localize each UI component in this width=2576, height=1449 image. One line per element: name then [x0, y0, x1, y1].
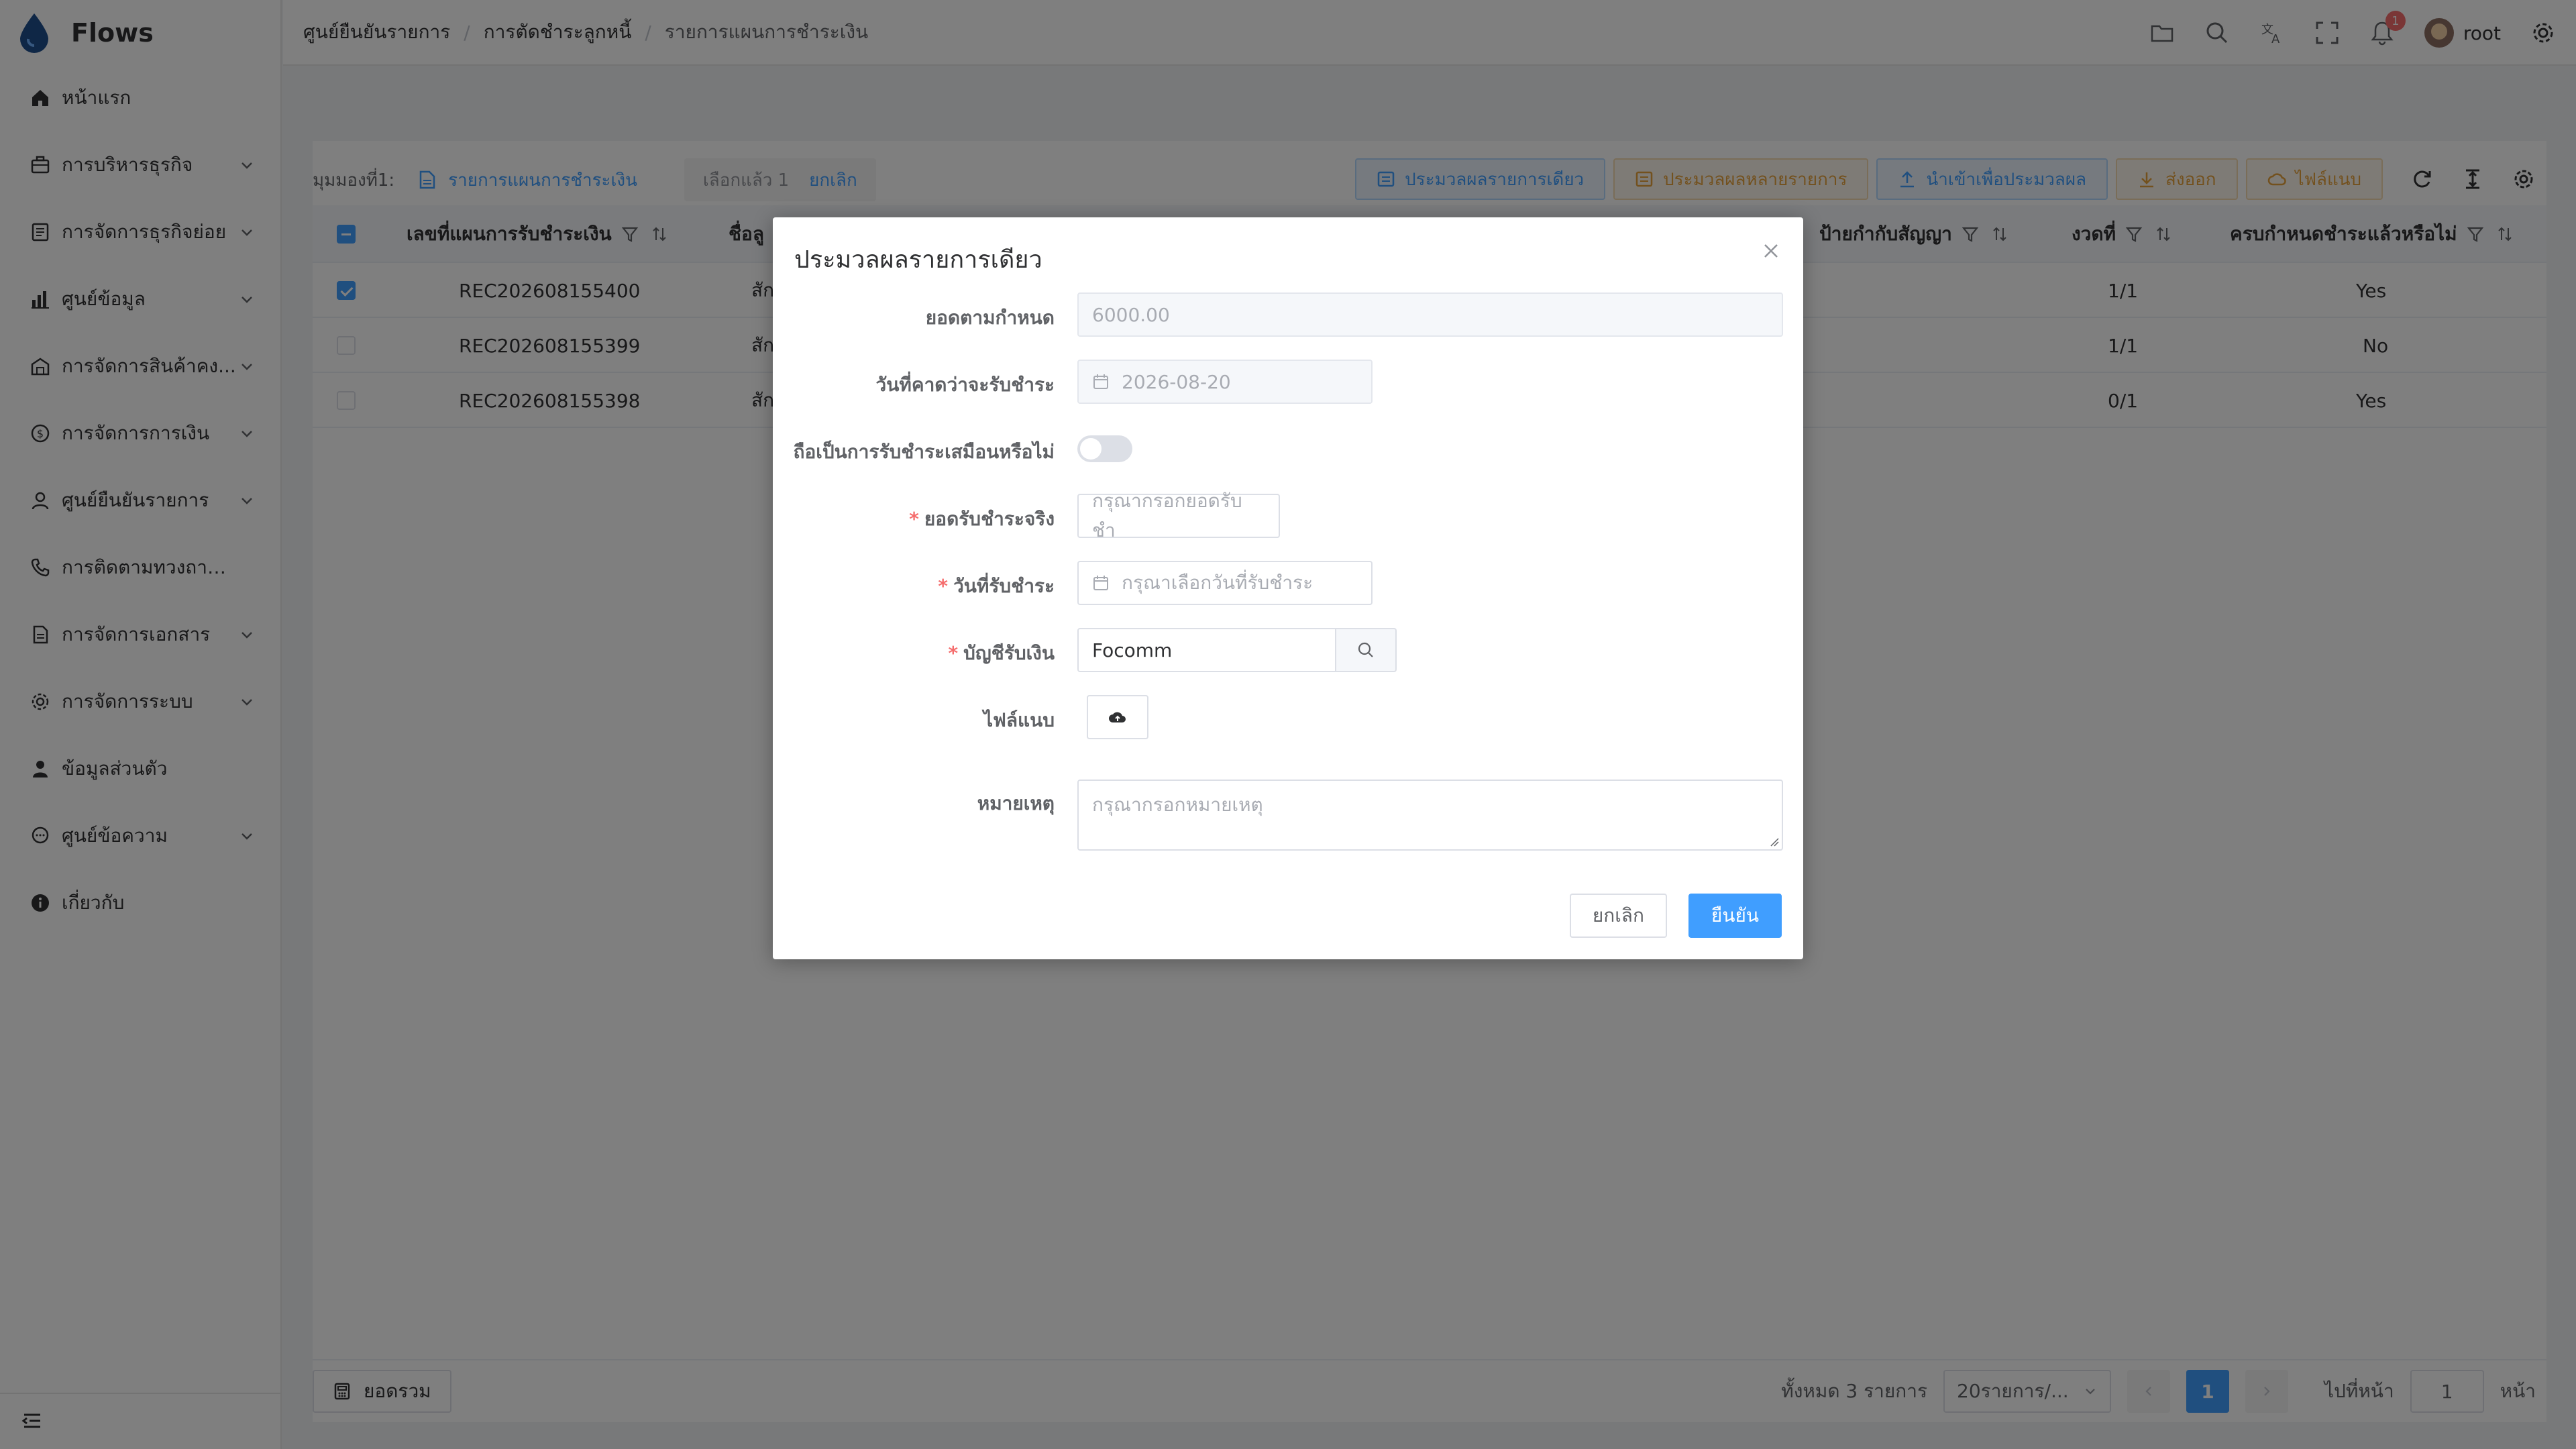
remark-label: หมายเหตุ: [977, 792, 1055, 814]
actual-amount-label: * ยอดรับชำระจริง: [909, 508, 1055, 530]
remark-placeholder: กรุณากรอกหมายเหตุ: [1092, 794, 1263, 816]
search-icon: [1358, 642, 1373, 657]
cancel-button[interactable]: ยกเลิก: [1569, 894, 1667, 938]
calendar-icon: [1093, 374, 1108, 389]
scheduled-amount-value: 6000.00: [1092, 303, 1170, 326]
expected-date-value: 2026-08-20: [1122, 370, 1231, 393]
form-row-receive-date: * วันที่รับชำระ กรุณาเลือกวันที่รับชำระ: [773, 561, 1803, 605]
actual-amount-input[interactable]: กรุณากรอกยอดรับชำ: [1077, 490, 1280, 541]
form-row-account: * บัญชีรับเงิน Focomm: [773, 628, 1803, 672]
process-single-dialog: ประมวลผลรายการเดียว ยอดตามกำหนด 6000.00 …: [773, 217, 1803, 959]
cloud-upload-icon: [1109, 712, 1126, 722]
confirm-button[interactable]: ยืนยัน: [1688, 894, 1782, 938]
upload-button[interactable]: [1087, 695, 1148, 739]
calendar-icon: [1093, 576, 1108, 590]
account-label: * บัญชีรับเงิน: [948, 642, 1055, 664]
dialog-footer: ยกเลิก ยืนยัน: [1569, 894, 1782, 938]
form-row-treat-as-paid: ถือเป็นการรับชำระเสมือนหรือไม่: [773, 427, 1803, 471]
account-value: Focomm: [1092, 639, 1173, 661]
treat-as-paid-label: ถือเป็นการรับชำระเสมือนหรือไม่: [793, 441, 1055, 463]
receive-date-label: * วันที่รับชำระ: [938, 575, 1055, 597]
scheduled-amount-field: 6000.00: [1077, 292, 1783, 337]
treat-as-paid-toggle[interactable]: [1077, 435, 1132, 462]
account-input[interactable]: Focomm: [1077, 628, 1336, 672]
receive-date-placeholder: กรุณาเลือกวันที่รับชำระ: [1122, 572, 1313, 594]
dialog-title: ประมวลผลรายการเดียว: [794, 246, 1042, 274]
form-row-remark: หมายเหตุ กรุณากรอกหมายเหตุ: [773, 780, 1803, 851]
receive-date-picker[interactable]: กรุณาเลือกวันที่รับชำระ: [1077, 561, 1373, 605]
form-row-attachment: ไฟล์แนบ: [773, 695, 1803, 739]
scheduled-amount-label: ยอดตามกำหนด: [925, 307, 1055, 329]
form-row-expected-date: วันที่คาดว่าจะรับชำระ 2026-08-20: [773, 360, 1803, 404]
form-row-actual-amount: * ยอดรับชำระจริง กรุณากรอกยอดรับชำ: [773, 490, 1803, 541]
account-search-button[interactable]: [1335, 628, 1397, 672]
expected-date-label: วันที่คาดว่าจะรับชำระ: [875, 374, 1055, 396]
remark-textarea[interactable]: กรุณากรอกหมายเหตุ: [1077, 780, 1783, 851]
close-icon[interactable]: [1759, 239, 1783, 263]
expected-date-field: 2026-08-20: [1077, 360, 1373, 404]
resize-grip-icon[interactable]: [1770, 837, 1779, 847]
form-row-scheduled-amount: ยอดตามกำหนด 6000.00: [773, 292, 1803, 337]
actual-amount-placeholder: กรุณากรอกยอดรับชำ: [1092, 490, 1242, 541]
attachment-label: ไฟล์แนบ: [983, 709, 1055, 731]
